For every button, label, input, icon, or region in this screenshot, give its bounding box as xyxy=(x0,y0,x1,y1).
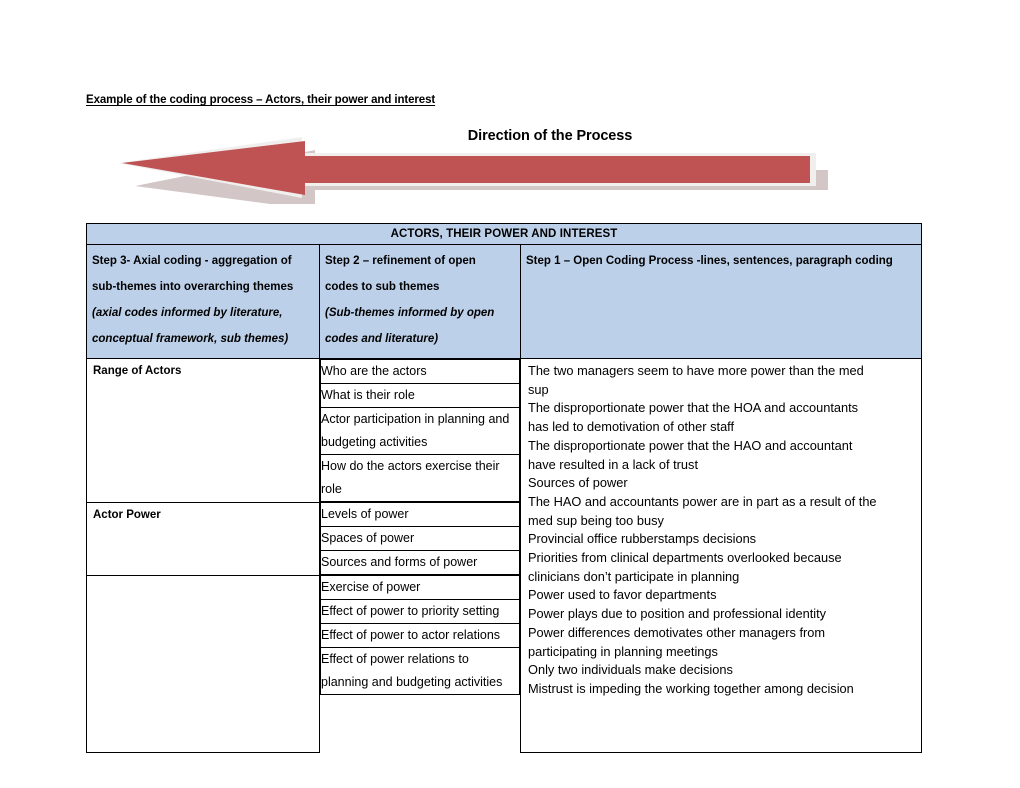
step2-line-1: Step 2 – refinement of open xyxy=(325,255,476,267)
left-arrow-icon xyxy=(118,137,828,204)
column-header-step3: Step 3- Axial coding - aggregation of su… xyxy=(86,244,320,359)
table-row: Range of Actors Who are the actors What … xyxy=(86,358,923,753)
list-item: Actor participation in planning and budg… xyxy=(320,407,520,455)
table-header-row: Step 3- Axial coding - aggregation of su… xyxy=(86,244,923,359)
table-banner-cell: ACTORS, THEIR POWER AND INTEREST xyxy=(85,223,923,245)
open-code-line: Mistrust is impeding the working togethe… xyxy=(528,680,854,696)
theme-cell-empty xyxy=(86,574,320,753)
open-code-line: Power differences demotivates other mana… xyxy=(528,624,826,640)
step3-line-2: sub-themes into overarching themes xyxy=(92,281,294,293)
open-code-line: sup xyxy=(528,381,549,397)
list-item: Levels of power xyxy=(320,502,520,527)
sub-theme-list: Who are the actors What is their role Ac… xyxy=(320,359,520,502)
sub-theme-cell-range-of-actors: Who are the actors What is their role Ac… xyxy=(320,359,521,502)
open-code-line: The HAO and accountants power are in par… xyxy=(528,493,877,509)
list-item: Who are the actors xyxy=(320,359,520,384)
open-code-line: participating in planning meetings xyxy=(528,643,718,659)
open-code-line: The disproportionate power that the HAO … xyxy=(528,437,853,453)
open-code-line: Sources of power xyxy=(528,475,628,491)
table-banner-row: ACTORS, THEIR POWER AND INTEREST xyxy=(85,223,923,245)
open-code-line: Power plays due to position and professi… xyxy=(528,606,827,622)
open-code-line: The two managers seem to have more power… xyxy=(528,363,864,378)
direction-arrow-block: Direction of the Process xyxy=(0,124,1020,204)
list-item: What is their role xyxy=(320,383,520,408)
open-code-line: Power used to favor departments xyxy=(528,587,717,603)
open-code-line: Priorities from clinical departments ove… xyxy=(528,550,842,566)
theme-cell-range-of-actors: Range of Actors xyxy=(86,358,320,503)
open-coding-cell: The two managers seem to have more power… xyxy=(519,358,923,753)
list-item: Effect of power to actor relations xyxy=(320,623,520,648)
step1-line-1: Step 1 – Open Coding Process -lines, sen… xyxy=(526,255,893,267)
list-item: Effect of power to priority setting xyxy=(320,599,520,624)
step2-line-3: (Sub-themes informed by open xyxy=(325,307,495,319)
document-title: Example of the coding process – Actors, … xyxy=(86,94,436,106)
column-header-step1: Step 1 – Open Coding Process -lines, sen… xyxy=(519,244,923,359)
column-header-step2: Step 2 – refinement of open codes to sub… xyxy=(319,244,521,359)
open-code-line: Only two individuals make decisions xyxy=(528,662,733,678)
step3-line-1: Step 3- Axial coding - aggregation of xyxy=(92,255,292,267)
step2-line-2: codes to sub themes xyxy=(325,281,440,293)
sub-theme-cell-actor-power: Levels of power Spaces of power Sources … xyxy=(320,502,521,575)
theme-cell-actor-power: Actor Power xyxy=(86,501,320,576)
open-code-line: has led to demotivation of other staff xyxy=(528,419,735,435)
step3-line-3: (axial codes informed by literature, xyxy=(92,307,283,319)
open-code-line: The disproportionate power that the HOA … xyxy=(528,400,859,416)
open-code-line: Provincial office rubberstamps decisions xyxy=(528,531,757,547)
open-code-line: clinicians don’t participate in planning xyxy=(528,568,740,584)
sub-theme-cell-power-effects: Exercise of power Effect of power to pri… xyxy=(320,575,521,752)
list-item: How do the actors exercise their role xyxy=(320,454,520,502)
open-code-line: med sup being too busy xyxy=(528,512,664,528)
coding-process-table: ACTORS, THEIR POWER AND INTEREST Step 3-… xyxy=(85,223,923,753)
step3-line-4: conceptual framework, sub themes) xyxy=(92,333,289,345)
list-item: Sources and forms of power xyxy=(320,550,520,575)
sub-theme-list: Exercise of power Effect of power to pri… xyxy=(320,575,520,695)
list-item: Spaces of power xyxy=(320,526,520,551)
step2-line-4: codes and literature) xyxy=(325,333,439,345)
sub-theme-list: Levels of power Spaces of power Sources … xyxy=(320,502,520,575)
open-code-line: have resulted in a lack of trust xyxy=(528,456,699,472)
list-item: Effect of power relations to planning an… xyxy=(320,647,520,695)
list-item: Exercise of power xyxy=(320,575,520,600)
